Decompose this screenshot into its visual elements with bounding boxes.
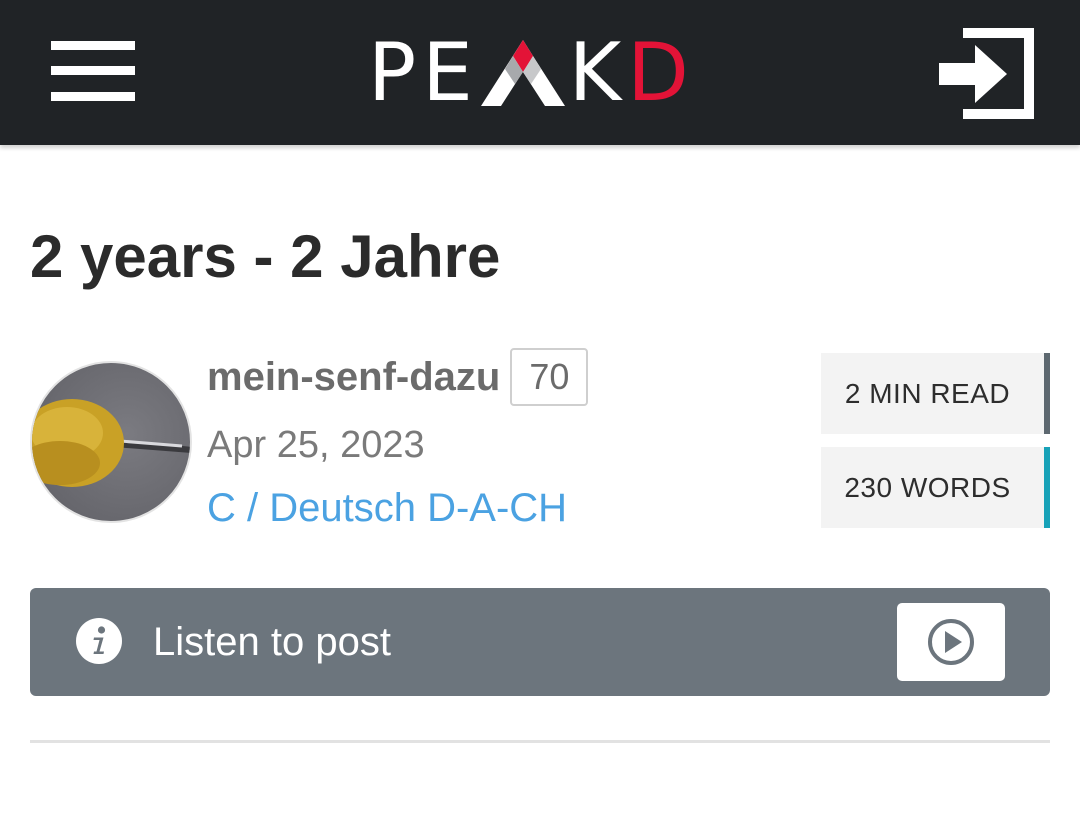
post-title: 2 years - 2 Jahre bbox=[30, 223, 501, 290]
read-time-badge: 2 MIN READ bbox=[821, 353, 1050, 434]
hamburger-menu-icon[interactable] bbox=[51, 41, 135, 101]
top-navigation-bar: P E K D bbox=[0, 0, 1080, 145]
play-button[interactable] bbox=[897, 603, 1005, 681]
community-link[interactable]: C / Deutsch D-A-CH bbox=[207, 486, 567, 531]
logo-letter-p: P bbox=[368, 26, 423, 119]
post-date: Apr 25, 2023 bbox=[207, 424, 425, 466]
logo-a-mark-icon bbox=[480, 40, 565, 106]
author-name-link[interactable]: mein-senf-dazu bbox=[207, 355, 500, 400]
logo-letter-e: E bbox=[422, 26, 479, 119]
author-avatar[interactable] bbox=[30, 361, 192, 523]
avatar-image bbox=[32, 399, 190, 487]
author-row: mein-senf-dazu 70 bbox=[207, 346, 589, 408]
sign-in-icon[interactable] bbox=[935, 27, 1039, 120]
word-count-badge: 230 WORDS bbox=[821, 447, 1050, 528]
logo-letter-d: D bbox=[627, 26, 695, 119]
logo-letter-k: K bbox=[568, 26, 628, 119]
play-circle-icon bbox=[928, 619, 974, 665]
reputation-badge: 70 bbox=[510, 348, 589, 406]
peakd-logo[interactable]: P E K D bbox=[368, 33, 695, 113]
info-icon bbox=[75, 617, 123, 665]
listen-to-post-label: Listen to post bbox=[153, 620, 391, 664]
section-divider bbox=[30, 740, 1050, 743]
